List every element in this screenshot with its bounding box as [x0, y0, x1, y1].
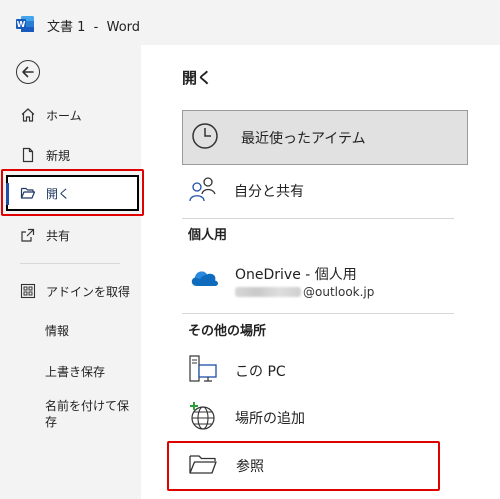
- word-logo-icon: W: [16, 16, 34, 32]
- computer-icon: [188, 354, 218, 388]
- clock-icon: [191, 122, 219, 154]
- nav-item-save[interactable]: 上書き保存: [0, 353, 141, 389]
- share-icon: [20, 227, 36, 243]
- section-header-other-places: その他の場所: [188, 324, 267, 339]
- nav-item-label: 上書き保存: [45, 364, 106, 379]
- this-pc-label: この PC: [235, 364, 286, 380]
- title-bar: W 文書 1 - Word: [0, 0, 500, 45]
- recent-items-label: 最近使ったアイテム: [241, 130, 366, 147]
- shared-with-me-label: 自分と共有: [234, 184, 304, 200]
- redacted-email-user: [235, 287, 301, 297]
- nav-item-label: 共有: [46, 228, 71, 243]
- addins-grid-icon: [20, 283, 36, 299]
- nav-item-label: 名前を付けて保存: [45, 399, 130, 429]
- nav-item-label: ホーム: [46, 108, 82, 123]
- onedrive-cloud-icon: [188, 266, 220, 294]
- section-header-personal: 個人用: [188, 228, 228, 243]
- page-title: 開く: [182, 69, 213, 87]
- shared-with-me-button[interactable]: 自分と共有: [182, 176, 454, 206]
- add-place-button[interactable]: 場所の追加: [182, 401, 454, 435]
- nav-item-addins[interactable]: アドインを取得: [0, 273, 141, 309]
- nav-item-label: 情報: [45, 323, 70, 338]
- nav-item-label: 新規: [46, 148, 71, 163]
- email-domain: @outlook.jp: [303, 285, 375, 299]
- people-icon: [188, 175, 216, 207]
- nav-item-home[interactable]: ホーム: [0, 97, 141, 133]
- recent-items-button[interactable]: 最近使ったアイテム: [182, 110, 468, 165]
- separator: [182, 313, 454, 314]
- nav-item-new[interactable]: 新規: [0, 137, 141, 173]
- window-title: 文書 1 - Word: [47, 20, 141, 35]
- nav-item-info[interactable]: 情報: [0, 312, 141, 348]
- new-document-icon: [20, 147, 36, 163]
- back-arrow-icon[interactable]: [16, 60, 40, 84]
- nav-divider: [20, 263, 120, 264]
- highlight-box: [167, 441, 440, 491]
- separator: [182, 218, 454, 219]
- home-icon: [20, 107, 36, 123]
- nav-item-label: アドインを取得: [46, 284, 131, 299]
- add-place-label: 場所の追加: [235, 411, 305, 427]
- this-pc-button[interactable]: この PC: [182, 354, 454, 388]
- svg-text:W: W: [17, 20, 26, 29]
- onedrive-label: OneDrive - 個人用: [235, 267, 357, 283]
- onedrive-email: @outlook.jp: [235, 285, 374, 299]
- nav-item-save-as[interactable]: 名前を付けて保存: [0, 398, 141, 438]
- highlight-box: [1, 169, 144, 216]
- nav-item-share[interactable]: 共有: [0, 217, 141, 253]
- globe-add-icon: [188, 401, 218, 435]
